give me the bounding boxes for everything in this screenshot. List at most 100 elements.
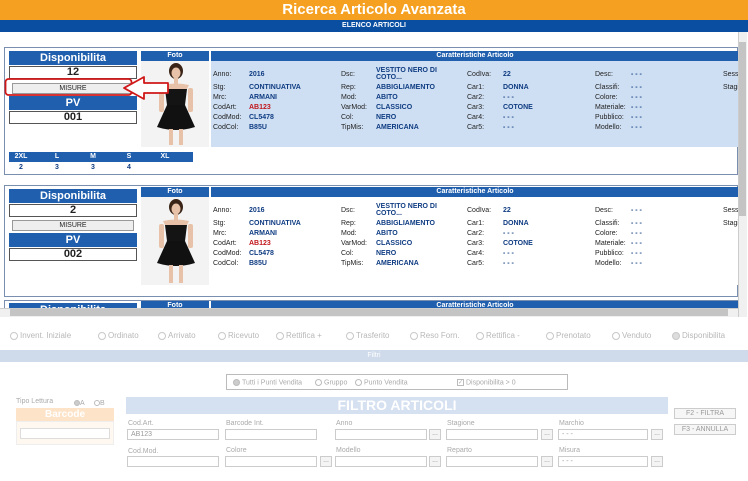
field-label: Col:	[341, 114, 354, 121]
field-label: CodIva:	[467, 207, 492, 214]
option-label: Disponibilita > 0	[466, 379, 516, 387]
radio-icon	[218, 331, 226, 340]
field-label: Desc:	[595, 71, 613, 78]
reparto-input[interactable]	[446, 456, 538, 467]
option-label: Gruppo	[324, 379, 348, 387]
field-label: Car1:	[467, 84, 485, 91]
field-label: Car3:	[467, 104, 485, 111]
misura-select[interactable]: - - -	[558, 456, 648, 467]
size-qty: 3	[91, 164, 95, 171]
vertical-scroll-thumb[interactable]	[739, 42, 746, 216]
size-qty: 3	[55, 164, 59, 171]
codart-value: AB123	[249, 104, 271, 111]
tipo-lettura-a[interactable]: A	[74, 400, 85, 407]
tab-venduto[interactable]: Venduto	[612, 331, 651, 340]
anno-input[interactable]	[335, 429, 427, 440]
radio-icon	[546, 331, 554, 340]
sizes-header: 2XL L M S XL	[9, 152, 193, 162]
filtro-articoli-title: FILTRO ARTICOLI	[126, 397, 668, 414]
tab-rettifica-plus[interactable]: Rettifica +	[276, 331, 322, 340]
tab-label: Prenotato	[556, 331, 591, 340]
field-label: Classifi:	[595, 220, 620, 227]
tab-disponibilita[interactable]: Disponibilita	[672, 331, 725, 340]
option-tutti-pv[interactable]: Tutti i Punti Vendita	[233, 379, 302, 386]
cod-art-label: Cod.Art.	[128, 420, 154, 427]
cod-art-input[interactable]: AB123	[127, 429, 219, 440]
size-label: M	[90, 153, 96, 160]
pv-scope-options: Tutti i Punti Vendita Gruppo Punto Vendi…	[226, 374, 568, 390]
barcode-int-label: Barcode Int.	[226, 420, 264, 427]
tab-ricevuto[interactable]: Ricevuto	[218, 331, 259, 340]
field-label: CodArt:	[213, 240, 237, 247]
radio-icon	[612, 331, 620, 340]
disponibilita-label: Disponibilita	[9, 51, 137, 65]
desc-value: - - -	[631, 71, 642, 78]
field-label: Modello:	[595, 124, 622, 131]
reparto-lookup-button[interactable]: ...	[541, 456, 553, 467]
dress-image	[141, 197, 209, 285]
modello-input[interactable]	[335, 456, 427, 467]
field-label: VarMod:	[341, 104, 367, 111]
cod-mod-input[interactable]	[127, 456, 219, 467]
tab-trasferito[interactable]: Trasferito	[346, 331, 390, 340]
stagione-input[interactable]	[446, 429, 538, 440]
tipmis-value: AMERICANA	[376, 124, 419, 131]
arrow-annotation-icon	[4, 76, 169, 100]
barcode-input[interactable]	[20, 428, 110, 439]
foto-label: Foto	[141, 187, 209, 197]
misura-lookup-button[interactable]: ...	[651, 456, 663, 467]
product-photo[interactable]	[141, 61, 209, 147]
misure-button[interactable]: MISURE	[12, 220, 134, 231]
option-punto-vendita[interactable]: Punto Vendita	[355, 379, 408, 386]
tab-reso-forn[interactable]: Reso Forn.	[410, 331, 460, 340]
horizontal-scroll-thumb[interactable]	[10, 309, 728, 316]
tipo-lettura-b[interactable]: B	[94, 400, 105, 407]
option-gruppo[interactable]: Gruppo	[315, 379, 347, 386]
filtra-button[interactable]: F2 - FILTRA	[674, 408, 736, 419]
product-photo[interactable]	[141, 197, 209, 285]
annulla-button[interactable]: F3 - ANNULLA	[674, 424, 736, 435]
stagione-lookup-button[interactable]: ...	[541, 429, 553, 440]
field-label: Classifi:	[595, 84, 620, 91]
car4-value: - - -	[503, 250, 514, 257]
pubblico-value: - - -	[631, 250, 642, 257]
pv-label: PV	[9, 233, 137, 247]
field-label: Car3:	[467, 240, 485, 247]
field-label: VarMod:	[341, 240, 367, 247]
tab-arrivato[interactable]: Arrivato	[158, 331, 196, 340]
colore-input[interactable]	[225, 456, 317, 467]
checkbox-disponibilita[interactable]: ✓ Disponibilita > 0	[457, 379, 516, 386]
field-label: CodMod:	[213, 250, 242, 257]
rep-value: ABBIGLIAMENTO	[376, 84, 435, 91]
codcol-value: B85U	[249, 124, 267, 131]
rep-value: ABBIGLIAMENTO	[376, 220, 435, 227]
marchio-select[interactable]: - - -	[558, 429, 648, 440]
barcode-int-input[interactable]	[225, 429, 317, 440]
field-label: Car2:	[467, 230, 485, 237]
car1-value: DONNA	[503, 84, 529, 91]
colore-lookup-button[interactable]: ...	[320, 456, 332, 467]
codmod-value: CL5478	[249, 114, 274, 121]
tab-invent-iniziale[interactable]: Invent. Iniziale	[10, 331, 71, 340]
tab-rettifica-minus[interactable]: Rettifica -	[476, 331, 520, 340]
car3-value: COTONE	[503, 104, 533, 111]
col-value: NERO	[376, 250, 397, 257]
caratteristiche-panel: Anno: 2016 Stg: CONTINUATIVA Mrc: ARMANI…	[211, 197, 742, 285]
anno-lookup-button[interactable]: ...	[429, 429, 441, 440]
barcode-input-area[interactable]	[16, 421, 114, 445]
modello-lookup-button[interactable]: ...	[429, 456, 441, 467]
field-label: Rep:	[341, 220, 356, 227]
tab-prenotato[interactable]: Prenotato	[546, 331, 591, 340]
tab-ordinato[interactable]: Ordinato	[98, 331, 139, 340]
marchio-lookup-button[interactable]: ...	[651, 429, 663, 440]
mrc-value: ARMANI	[249, 230, 277, 237]
field-label: Stg:	[213, 84, 226, 91]
barcode-header: Barcode	[16, 408, 114, 421]
pubblico-value: - - -	[631, 114, 642, 121]
pv-value: 001	[9, 111, 137, 124]
field-label: Rep:	[341, 84, 356, 91]
option-label: A	[80, 400, 85, 407]
field-label: Stagi	[723, 84, 739, 91]
tab-label: Ricevuto	[228, 331, 260, 340]
article-list[interactable]: Disponibilita 12 MISURE PV 001 2XL L M S…	[0, 32, 748, 317]
